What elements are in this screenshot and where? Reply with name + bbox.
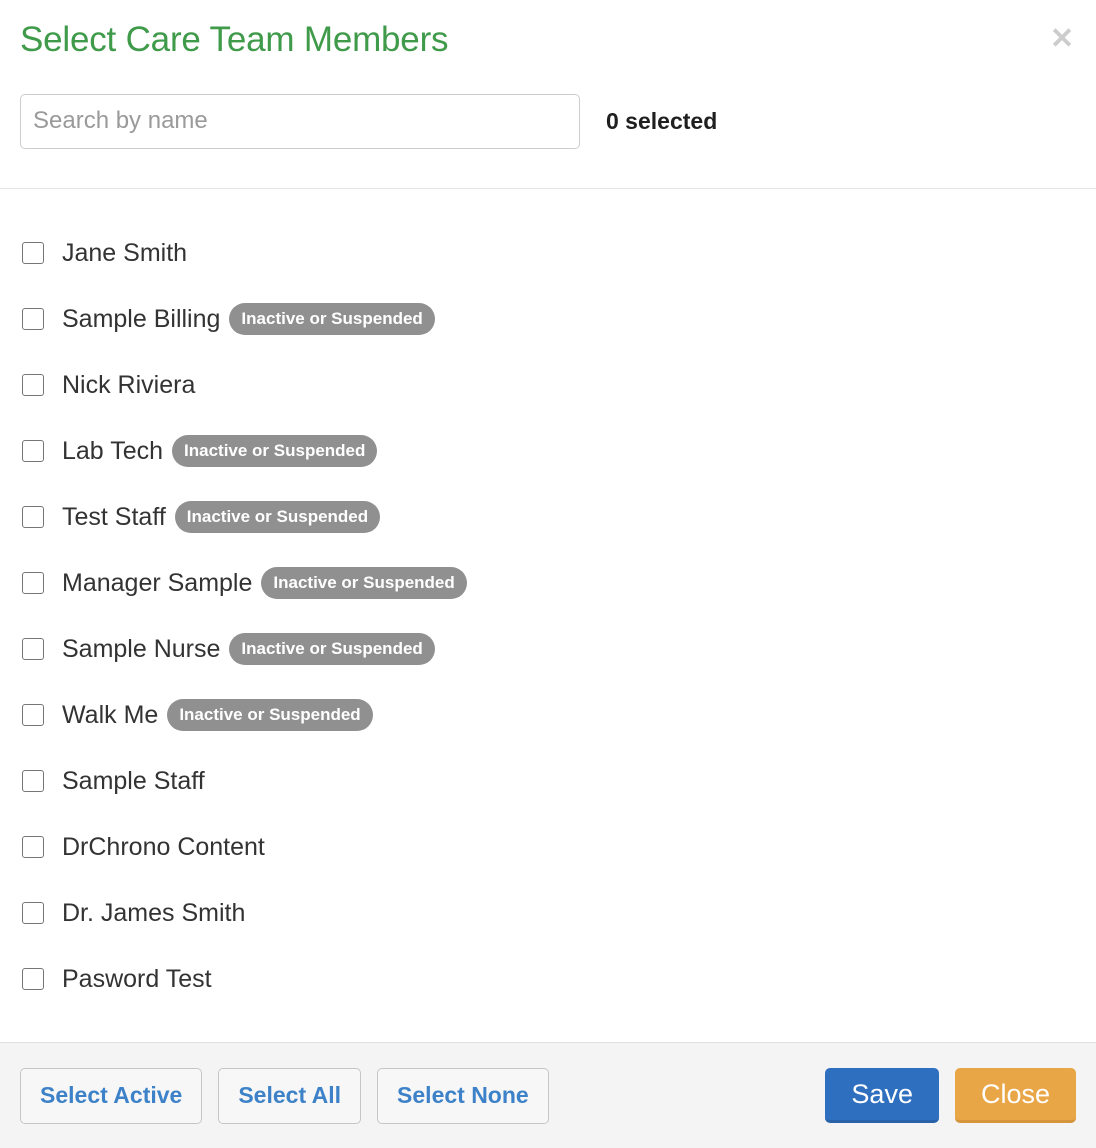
page-title: Select Care Team Members — [20, 20, 449, 59]
member-checkbox[interactable] — [22, 572, 44, 594]
list-item[interactable]: Test Staff Inactive or Suspended — [20, 484, 1076, 550]
member-name: Test Staff — [62, 503, 166, 531]
modal-footer: Select Active Select All Select None Sav… — [0, 1042, 1096, 1148]
member-name: Jane Smith — [62, 239, 188, 267]
search-input[interactable] — [20, 93, 580, 149]
status-badge: Inactive or Suspended — [229, 303, 435, 335]
member-checkbox[interactable] — [22, 836, 44, 858]
list-item[interactable]: Manager Sample Inactive or Suspended — [20, 550, 1076, 616]
list-item[interactable]: Sample Staff — [20, 748, 1076, 814]
list-item[interactable]: DrChrono Content — [20, 814, 1076, 880]
footer-right-actions: Save Close — [825, 1068, 1076, 1123]
member-checkbox[interactable] — [22, 770, 44, 792]
select-active-button[interactable]: Select Active — [20, 1067, 203, 1124]
member-name: Pasword Test — [62, 965, 212, 993]
member-checkbox[interactable] — [22, 374, 44, 396]
list-item[interactable]: Sample Billing Inactive or Suspended — [20, 286, 1076, 352]
footer-left-actions: Select Active Select All Select None — [20, 1067, 549, 1124]
member-checkbox[interactable] — [22, 968, 44, 990]
member-name: Sample Nurse — [62, 635, 221, 663]
member-name: Nick Riviera — [62, 371, 196, 399]
member-list: Jane Smith Sample Billing Inactive or Susp… — [20, 220, 1076, 1012]
member-name: Walk Me — [62, 701, 159, 729]
member-checkbox[interactable] — [22, 638, 44, 660]
member-checkbox[interactable] — [22, 704, 44, 726]
member-checkbox[interactable] — [22, 242, 44, 264]
select-all-button[interactable]: Select All — [218, 1067, 362, 1124]
member-name: DrChrono Content — [62, 833, 265, 861]
member-checkbox[interactable] — [22, 902, 44, 924]
member-name: Lab Tech — [62, 437, 164, 465]
close-button[interactable]: Close — [954, 1068, 1076, 1123]
member-checkbox[interactable] — [22, 308, 44, 330]
list-item[interactable]: Dr. James Smith — [20, 880, 1076, 946]
list-item[interactable]: Pasword Test — [20, 946, 1076, 1012]
modal-body: Jane Smith Sample Billing Inactive or Susp… — [0, 189, 1096, 1042]
list-item[interactable]: Sample Nurse Inactive or Suspended — [20, 616, 1076, 682]
list-item[interactable]: Walk Me Inactive or Suspended — [20, 682, 1076, 748]
close-icon[interactable]: ✕ — [1045, 22, 1079, 56]
member-name: Sample Staff — [62, 767, 205, 795]
list-item[interactable]: Nick Riviera — [20, 352, 1076, 418]
save-button[interactable]: Save — [825, 1068, 939, 1123]
select-none-button[interactable]: Select None — [377, 1067, 549, 1124]
selected-count-label: 0 selected — [606, 107, 718, 134]
member-name: Sample Billing — [62, 305, 221, 333]
status-badge: Inactive or Suspended — [261, 567, 467, 599]
member-checkbox[interactable] — [22, 506, 44, 528]
status-badge: Inactive or Suspended — [174, 501, 381, 533]
list-item[interactable]: Lab Tech Inactive or Suspended — [20, 418, 1076, 484]
status-badge: Inactive or Suspended — [229, 633, 435, 665]
member-checkbox[interactable] — [22, 440, 44, 462]
search-row: 0 selected — [20, 93, 1076, 149]
member-name: Manager Sample — [62, 569, 253, 597]
member-name: Dr. James Smith — [62, 899, 246, 927]
status-badge: Inactive or Suspended — [167, 699, 373, 731]
status-badge: Inactive or Suspended — [172, 435, 378, 467]
list-item[interactable]: Jane Smith — [20, 220, 1076, 286]
modal-header: Select Care Team Members ✕ 0 selected — [0, 0, 1096, 189]
select-care-team-members-modal: Select Care Team Members ✕ 0 selected Ja… — [0, 0, 1096, 1148]
